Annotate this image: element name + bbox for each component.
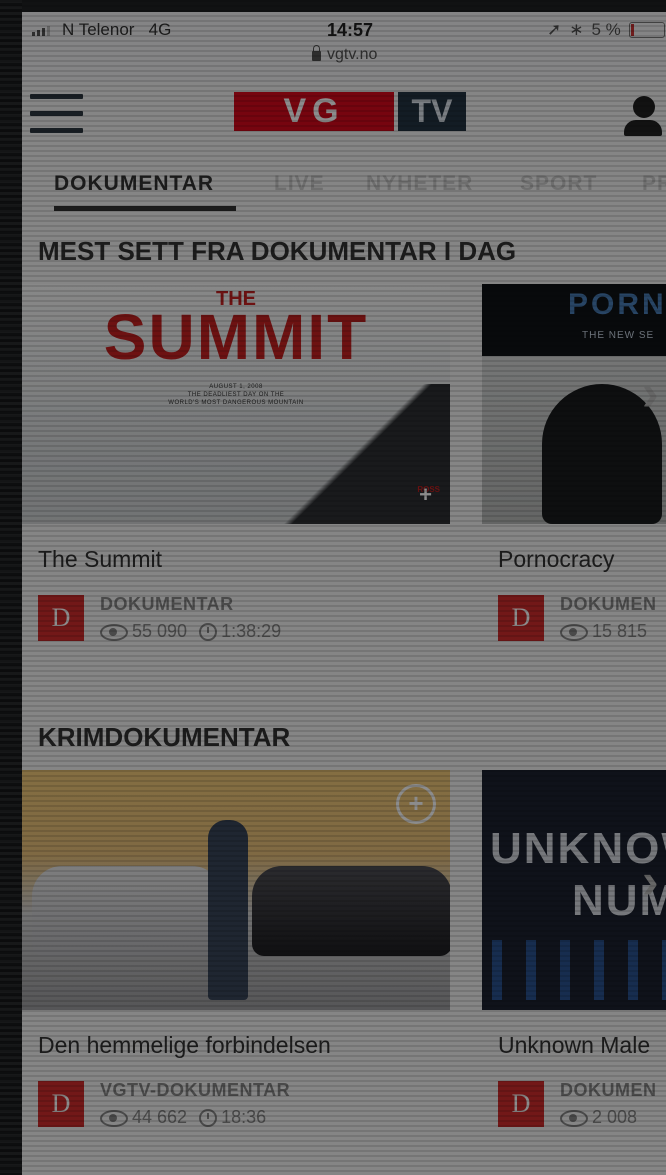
chevron-right-icon[interactable]: › [642,364,666,422]
views-count-wrap: 2 008 [560,1107,637,1128]
video-card-the-summit[interactable]: THE SUMMIT AUGUST 1, 2008 THE DEADLIEST … [22,284,450,642]
network-type: 4G [148,20,172,39]
channel-badge[interactable]: D [498,1081,544,1127]
address-bar[interactable]: vgtv.no [312,45,378,64]
video-title[interactable]: Pornocracy [498,546,614,573]
thumb-subtitle-2: THE DEADLIEST DAY ON THE [187,392,285,398]
views-count: 2 008 [592,1107,638,1127]
add-circle-icon[interactable]: + [396,784,436,824]
bluetooth-icon: ∗ [569,20,584,39]
channel-badge[interactable]: D [498,595,544,641]
video-category: DOKUMEN [560,594,657,614]
thumb-title: PORN [568,288,666,321]
video-category: VGTV-DOKUMENTAR [100,1080,291,1100]
views-count: 55 090 [132,621,188,641]
video-meta: D DOKUMEN 15 815 [498,594,657,642]
eye-icon [100,623,128,641]
channel-badge[interactable]: D [38,1081,84,1127]
section-title-most-viewed: MEST SETT FRA DOKUMENTAR I DAG [38,236,517,266]
device-frame-top [0,0,666,12]
video-card-unknown-male[interactable]: UNKNOW NUM Unknown Male D DOKUMEN 2 008 [482,770,666,1127]
device-frame-left [0,0,22,1175]
section-title-krimdokumentar: KRIMDOKUMENTAR [38,722,291,752]
tab-dokumentar[interactable]: DOKUMENTAR [54,172,214,196]
eye-icon [560,1109,588,1127]
signal-icon [32,26,50,36]
tab-pr[interactable]: PR [642,172,666,196]
thumb-subtitle-3: WORLD'S MOST DANGEROUS MOUNTAIN [168,400,304,406]
hamburger-menu-icon[interactable] [30,94,83,134]
thumb-subtitle-1: AUGUST 1, 2008 [209,384,263,390]
eye-icon [560,623,588,641]
logo-vg: VG [234,92,394,131]
battery-percent: 5 % [591,20,621,39]
battery-icon [628,22,665,38]
tab-live[interactable]: LIVE [274,172,325,196]
video-meta: D DOKUMENTAR 55 090 1:38:29 [38,594,281,642]
duration: 1:38:29 [221,621,282,641]
views-count-wrap: 55 090 [100,621,187,642]
views-count: 15 815 [592,621,648,641]
clock-icon [199,1109,218,1128]
vgtv-logo[interactable]: VG TV [234,92,466,131]
video-title[interactable]: Den hemmelige forbindelsen [38,1032,331,1059]
thumb-title-main: SUMMIT [103,301,369,373]
channel-badge[interactable]: D [38,595,84,641]
carrier-label: N Telenor 4G [62,20,171,40]
video-thumbnail[interactable]: + [22,770,450,1010]
status-bar: N Telenor 4G 14:57 vgtv.no ➚ ∗ 5 % [22,12,666,82]
video-title[interactable]: Unknown Male [498,1032,650,1059]
video-card-den-hemmelige-forbindelsen[interactable]: + Den hemmelige forbindelsen D VGTV-DOKU… [22,770,450,1128]
duration-wrap: 1:38:29 [199,621,281,642]
phone-screen: N Telenor 4G 14:57 vgtv.no ➚ ∗ 5 % VG TV [22,12,666,1175]
active-tab-indicator [54,206,236,211]
duration-wrap: 18:36 [199,1107,266,1128]
chevron-right-icon[interactable]: › [642,852,666,910]
video-thumbnail[interactable]: THE SUMMIT AUGUST 1, 2008 THE DEADLIEST … [22,284,450,524]
tab-sport[interactable]: SPORT [520,172,597,196]
status-right: ➚ ∗ 5 % [547,20,665,40]
lock-icon [312,45,321,61]
carrier-name: N Telenor [62,20,135,39]
site-header: VG TV [22,82,666,148]
duration: 18:36 [221,1107,267,1127]
video-meta: D DOKUMEN 2 008 [498,1080,657,1128]
views-count-wrap: 44 662 [100,1107,187,1128]
user-icon[interactable] [624,96,664,136]
views-count-wrap: 15 815 [560,621,647,642]
url-text: vgtv.no [327,46,378,63]
clock-icon [199,623,218,642]
video-thumbnail[interactable]: PORN THE NEW SE [482,284,666,524]
video-title[interactable]: The Summit [38,546,162,573]
video-category: DOKUMEN [560,1080,657,1100]
thumb-subtitle: THE NEW SE [582,330,655,341]
clock: 14:57 [327,20,374,40]
eye-icon [100,1109,128,1127]
video-card-pornocracy[interactable]: PORN THE NEW SE Pornocracy D DOKUMEN 15 … [482,284,666,641]
category-tabs: DOKUMENTAR LIVE NYHETER SPORT PR [22,158,666,218]
video-thumbnail[interactable]: UNKNOW NUM [482,770,666,1010]
tab-nyheter[interactable]: NYHETER [366,172,473,196]
views-count: 44 662 [132,1107,188,1127]
thumb-title-1: UNKNOW [490,824,666,873]
location-icon: ➚ [547,20,562,39]
logo-tv: TV [398,92,466,131]
plus-icon: + [419,482,432,507]
video-meta: D VGTV-DOKUMENTAR 44 662 18:36 [38,1080,290,1128]
video-category: DOKUMENTAR [100,594,234,614]
